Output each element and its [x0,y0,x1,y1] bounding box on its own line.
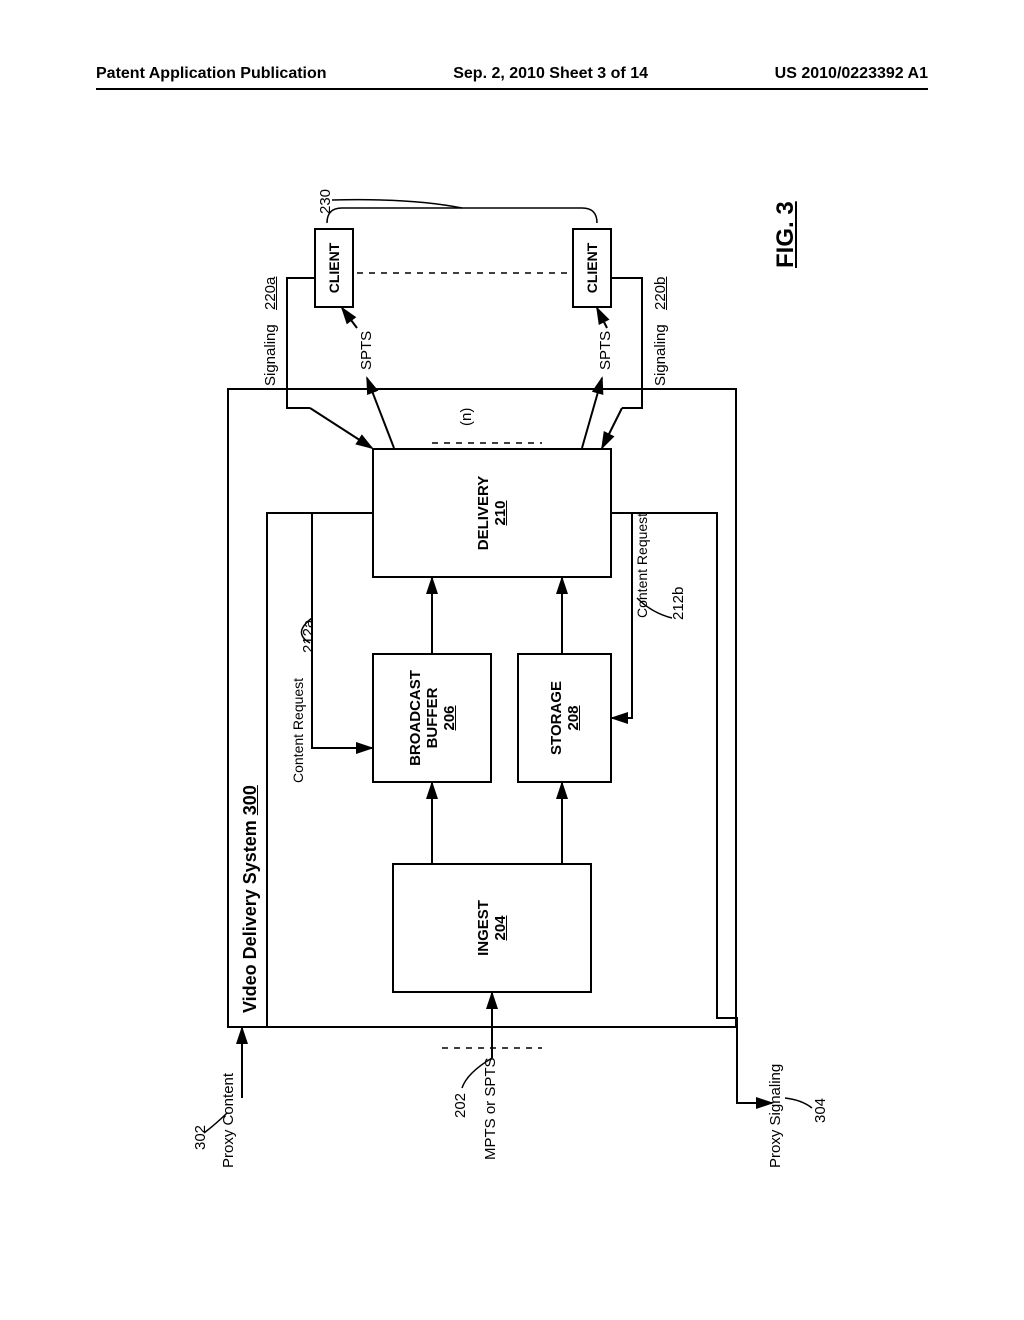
header-left: Patent Application Publication [96,65,327,83]
arrows-layer [162,178,862,1178]
page-header: Patent Application Publication Sep. 2, 2… [96,65,928,90]
drawing-area: Video Delivery System 300 INGEST 204 BRO… [156,170,868,1185]
header-center: Sep. 2, 2010 Sheet 3 of 14 [453,65,648,83]
page-frame: Patent Application Publication Sep. 2, 2… [96,65,928,1245]
header-right: US 2010/0223392 A1 [775,65,928,83]
figure-canvas: Video Delivery System 300 INGEST 204 BRO… [162,178,862,1178]
